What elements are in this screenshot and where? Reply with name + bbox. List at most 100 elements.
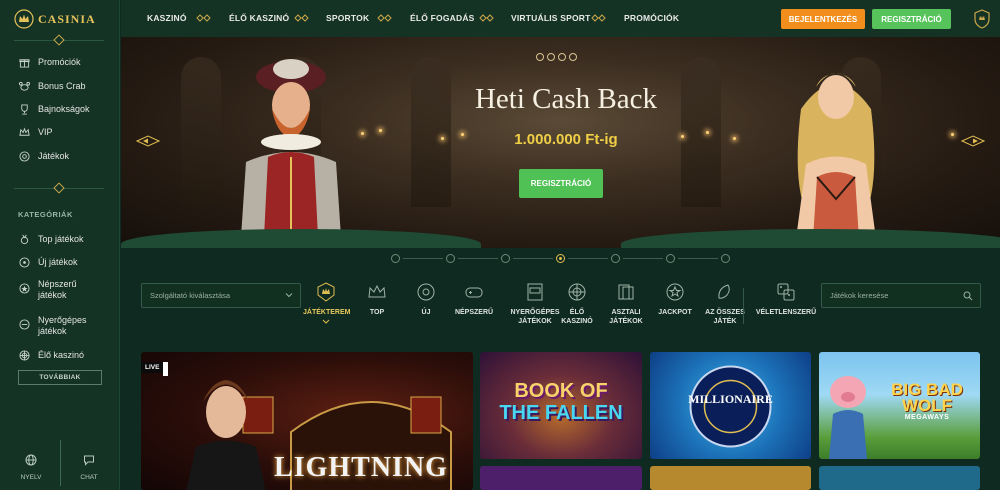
dealer-male-image <box>241 59 341 237</box>
provider-placeholder: Szolgáltató kiválasztása <box>150 291 231 300</box>
register-button[interactable]: REGISZTRÁCIÓ <box>872 9 951 29</box>
sidebar-item-label: Promóciók <box>38 56 81 67</box>
divider <box>743 288 744 324</box>
slide-dot-active[interactable] <box>501 254 510 263</box>
sidebar-item-label: VIP <box>38 126 53 137</box>
search-placeholder: Játékok keresése <box>830 291 889 300</box>
sidebar: CASINIA Promóciók Bonus Crab Bajnokságok… <box>0 0 120 490</box>
next-slide-icon[interactable] <box>961 135 985 147</box>
dice-icon <box>777 283 795 301</box>
category-label: TOP <box>369 309 385 316</box>
more-button[interactable]: TOVÁBBIAK <box>18 370 102 385</box>
diamond-separator-icon <box>479 14 494 22</box>
sidebar-item-label: Bonus Crab <box>38 80 86 91</box>
prev-slide-icon[interactable] <box>136 135 160 147</box>
category-popular[interactable]: NÉPSZERŰ <box>451 282 497 317</box>
table-felt <box>121 229 481 248</box>
tab-virtual-sports[interactable]: VIRTUÁLIS SPORT <box>511 13 591 23</box>
category-table-games[interactable]: ASZTALI JÁTÉKOK <box>604 282 648 326</box>
hero-register-button[interactable]: REGISZTRÁCIÓ <box>519 169 603 198</box>
slide-dot[interactable] <box>391 254 400 263</box>
sidebar-item-bonus-crab[interactable]: Bonus Crab <box>18 80 86 92</box>
divider <box>623 258 663 259</box>
crown-logo-icon <box>14 9 34 29</box>
sidebar-item-promotions[interactable]: Promóciók <box>18 56 81 68</box>
background-arch <box>681 57 721 207</box>
diamond-separator-icon <box>591 14 606 22</box>
game-card-big-bad-wolf[interactable]: BIG BAD WOLF MEGAWAYS <box>819 352 980 459</box>
tab-live-betting[interactable]: ÉLŐ FOGADÁS <box>410 13 475 23</box>
tab-sports[interactable]: SPORTOK <box>326 13 369 23</box>
chat-button[interactable]: CHAT <box>69 454 109 481</box>
sidebar-item-slot-games[interactable]: Nyerőgépes játékok <box>18 315 100 337</box>
shield-icon[interactable] <box>973 9 991 29</box>
category-all-games[interactable]: AZ ÖSSZES JÁTÉK <box>701 282 749 326</box>
star-icon <box>18 282 30 294</box>
slide-dot[interactable] <box>611 254 620 263</box>
category-new[interactable]: ÚJ <box>408 282 444 317</box>
sidebar-bottom: NYELV CHAT <box>0 440 120 490</box>
category-live-casino[interactable]: ÉLŐ KASZINÓ <box>557 282 597 326</box>
globe-icon <box>25 454 37 466</box>
sidebar-item-games[interactable]: Játékok <box>18 150 69 162</box>
gamepad-icon <box>465 287 483 298</box>
slide-dot[interactable] <box>556 254 565 263</box>
slide-pagination <box>121 248 1000 268</box>
sidebar-item-label: Bajnokságok <box>38 103 90 114</box>
tab-promotions[interactable]: PROMÓCIÓK <box>624 13 679 23</box>
sidebar-item-tournaments[interactable]: Bajnokságok <box>18 103 90 115</box>
category-random[interactable]: VÉLETLENSZERŰ <box>755 282 817 317</box>
slide-dot[interactable] <box>446 254 455 263</box>
pig-character-image <box>829 376 867 459</box>
casino-app: CASINIA Promóciók Bonus Crab Bajnokságok… <box>0 0 1000 490</box>
game-card-lightning[interactable]: LIVE LIGHTNING <box>141 352 473 490</box>
sidebar-item-vip[interactable]: VIP <box>18 126 53 138</box>
search-input[interactable]: Játékok keresése <box>821 283 981 308</box>
sidebar-item-top-games[interactable]: Top játékok <box>18 233 84 245</box>
game-card[interactable] <box>819 466 980 490</box>
game-title: BOOK OF THE FALLEN <box>490 380 632 424</box>
chip-icon <box>18 150 30 162</box>
hero-provider-icons <box>536 53 577 61</box>
diamond-separator-icon <box>196 14 211 22</box>
spark-icon <box>18 256 30 268</box>
hero-banner: Heti Cash Back 1.000.000 Ft-ig REGISZTRÁ… <box>121 37 1000 248</box>
category-jackpot[interactable]: JACKPOT <box>655 282 695 317</box>
tab-live-casino[interactable]: ÉLŐ KASZINÓ <box>229 13 289 23</box>
game-card[interactable] <box>650 466 811 490</box>
game-card[interactable] <box>480 466 642 490</box>
categories-title: KATEGÓRIÁK <box>18 210 73 219</box>
sidebar-item-popular-games[interactable]: Népszerű játékok <box>18 279 98 301</box>
slide-dot[interactable] <box>721 254 730 263</box>
language-button[interactable]: NYELV <box>11 454 51 481</box>
bitcoin-icon <box>536 53 544 61</box>
category-slots[interactable]: NYERŐGÉPES JÁTÉKOK <box>505 282 565 326</box>
game-title-line1: BOOK OF <box>514 380 608 402</box>
category-label: JÁTÉKTEREM <box>303 309 351 316</box>
category-label: ASZTALI JÁTÉKOK <box>609 309 643 325</box>
games-grid: LIVE LIGHTNING BOOK OF THE FALLEN MILLIO… <box>121 348 1000 490</box>
category-label: JACKPOT <box>658 309 692 316</box>
gift-icon <box>18 56 30 68</box>
logo[interactable]: CASINIA <box>14 8 96 30</box>
game-card-millionaire[interactable]: MILLIONAIRE <box>650 352 811 459</box>
tab-casino[interactable]: KASZINÓ <box>147 13 187 23</box>
category-lobby[interactable]: JÁTÉKTEREM <box>303 282 351 324</box>
login-button[interactable]: BEJELENTKEZÉS <box>781 9 865 29</box>
crab-icon <box>18 80 30 92</box>
game-title: LIGHTNING <box>274 452 448 483</box>
new-icon <box>417 283 435 301</box>
crown-icon <box>368 284 386 298</box>
candle-light <box>441 137 444 140</box>
game-card-book-of-the-fallen[interactable]: BOOK OF THE FALLEN <box>480 352 642 459</box>
dealer-female-image <box>796 73 876 239</box>
category-top[interactable]: TOP <box>359 282 395 317</box>
sidebar-item-live-casino[interactable]: Élő kaszinó <box>18 349 84 361</box>
candle-light <box>706 131 709 134</box>
category-label: AZ ÖSSZES JÁTÉK <box>705 309 745 325</box>
category-label: VÉLETLENSZERŰ <box>755 309 817 316</box>
sidebar-item-new-games[interactable]: Új játékok <box>18 256 78 268</box>
all-games-icon <box>718 284 730 299</box>
slide-dot[interactable] <box>666 254 675 263</box>
provider-select[interactable]: Szolgáltató kiválasztása <box>141 283 301 308</box>
